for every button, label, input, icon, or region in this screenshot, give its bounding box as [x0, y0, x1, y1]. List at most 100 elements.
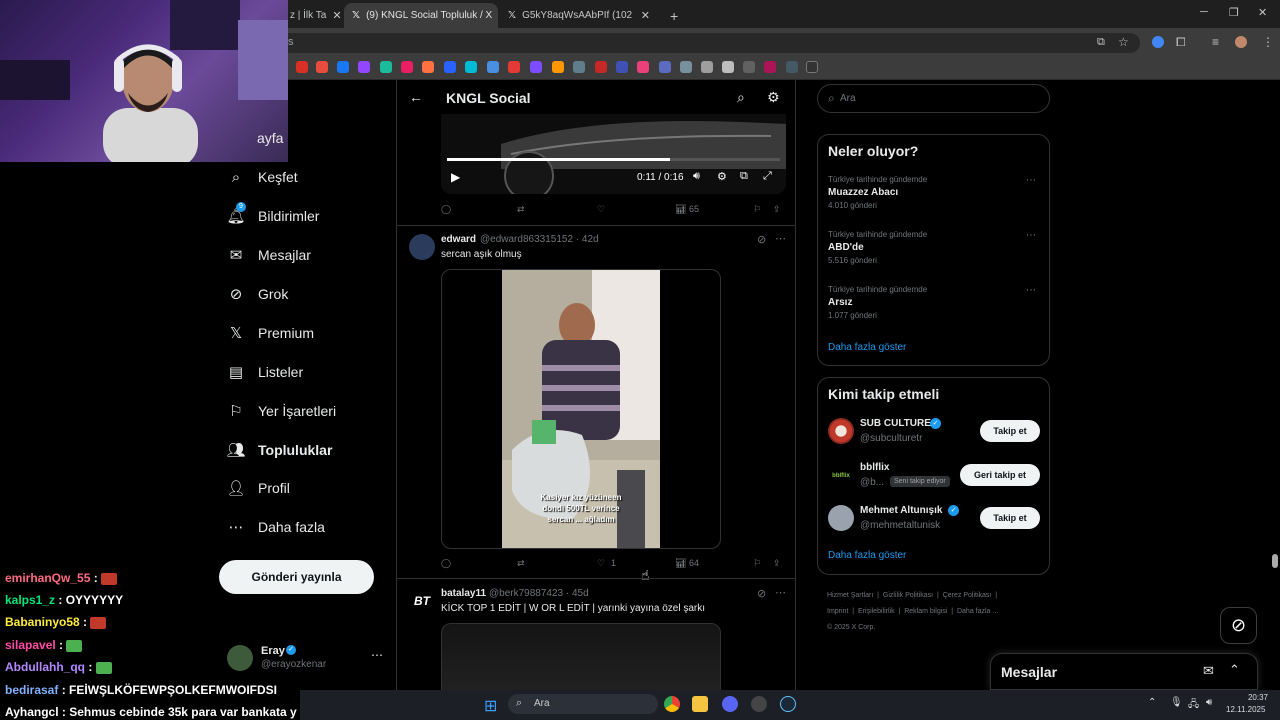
avatar[interactable] — [828, 418, 854, 444]
back-arrow-icon[interactable]: ← — [409, 89, 423, 105]
post-media[interactable] — [441, 623, 721, 690]
nav-bookmarks[interactable]: ⚐ Yer İşaretleri — [228, 403, 336, 420]
tab-active[interactable]: 𝕏 (9) KNGL Social Topluluk / X 🔊 ✕ — [344, 3, 498, 28]
app-icon[interactable] — [751, 696, 767, 712]
reply-icon[interactable]: ◯ — [441, 558, 451, 569]
bookmark-icon[interactable] — [508, 61, 520, 73]
volume-icon[interactable]: 🔊︎ — [1206, 697, 1212, 708]
nav-notifications[interactable]: 🔔︎ 9 Bildirimler — [226, 202, 319, 225]
bookmark-icon[interactable] — [637, 61, 649, 73]
bookmark-icon[interactable] — [659, 61, 671, 73]
grok-icon[interactable]: ⊘ — [757, 233, 766, 246]
footer-link[interactable]: Çerez Politikası — [943, 592, 992, 599]
close-tab-icon[interactable]: ✕ — [332, 9, 341, 22]
bookmark-icon[interactable] — [296, 61, 308, 73]
bookmark-icon[interactable] — [552, 61, 564, 73]
clock-time[interactable]: 20:37 — [1240, 693, 1268, 702]
play-icon[interactable]: ▶ — [451, 170, 460, 184]
follow-button[interactable]: Takip et — [980, 507, 1040, 529]
bookmark-icon[interactable] — [701, 61, 713, 73]
chrome-icon[interactable] — [664, 696, 680, 712]
bookmark-icon[interactable] — [530, 61, 542, 73]
reply-icon[interactable]: ◯ — [441, 204, 451, 215]
follow-button[interactable]: Takip et — [980, 420, 1040, 442]
maximize-icon[interactable]: ❐ — [1229, 6, 1239, 19]
bookmark-icon[interactable] — [401, 61, 413, 73]
bookmark-icon[interactable] — [444, 61, 456, 73]
more-icon[interactable]: ⋯ — [775, 232, 786, 245]
discord-icon[interactable] — [722, 696, 738, 712]
bookmark-icon[interactable]: ⚐ — [753, 558, 761, 569]
post-media[interactable]: Kasiyer kız yüzüneen dondi 500TL verince… — [441, 269, 721, 549]
bookmark-icon[interactable] — [680, 61, 692, 73]
bookmark-icon[interactable] — [595, 61, 607, 73]
folder-icon[interactable] — [692, 696, 708, 712]
post-button[interactable]: Gönderi yayınla — [219, 560, 374, 594]
nav-home[interactable]: ayfa — [257, 130, 283, 146]
more-icon[interactable]: ⋯ — [775, 586, 786, 599]
video-player[interactable]: ▶ 0:11 / 0:16 🔊︎ ⚙ ⧉ ⤢ — [441, 114, 786, 194]
account-switcher[interactable]: Eray ✓ @erayozkenar ⋯ — [227, 644, 387, 674]
scrollbar-thumb[interactable] — [1272, 554, 1278, 568]
search-icon[interactable]: ⌕ — [737, 89, 745, 106]
extension-icon[interactable] — [1152, 36, 1164, 48]
trend-item[interactable]: Türkiye tarihinde gündemde Arsız 1.077 g… — [828, 285, 1038, 320]
close-tab-icon[interactable]: ✕ — [641, 9, 650, 22]
bookmark-icon[interactable] — [573, 61, 585, 73]
fullscreen-icon[interactable]: ⤢ — [763, 170, 772, 183]
steam-icon[interactable] — [780, 696, 796, 712]
nav-grok[interactable]: ⊘ Grok — [228, 286, 289, 303]
more-icon[interactable]: ⋯ — [371, 648, 383, 662]
footer-link[interactable]: Daha fazla ... — [957, 608, 998, 615]
footer-link[interactable]: Gizlilik Politikası — [883, 592, 933, 599]
user-name[interactable]: SUB CULTURE — [860, 418, 931, 429]
nav-communities[interactable]: 👥︎ Topluluklar — [226, 442, 332, 459]
bookmark-star-icon[interactable]: ☆ — [1118, 35, 1129, 49]
user-name[interactable]: Mehmet Altunışık — [860, 505, 942, 516]
reading-list-icon[interactable]: ≡ — [1212, 35, 1219, 49]
bookmark-icon[interactable] — [422, 61, 434, 73]
bookmark-icon[interactable] — [806, 61, 818, 73]
show-more-link[interactable]: Daha fazla göster — [828, 550, 906, 561]
footer-link[interactable]: Reklam bilgisi — [904, 608, 947, 615]
close-window-icon[interactable]: ✕ — [1258, 6, 1267, 19]
tab-3[interactable]: 𝕏 G5kY8aqWsAAbPIf (1024×1536) ✕ — [500, 3, 658, 28]
more-icon[interactable]: ⋯ — [1026, 285, 1036, 296]
avatar[interactable]: BT — [409, 588, 435, 614]
bookmark-icon[interactable] — [743, 61, 755, 73]
trend-item[interactable]: Türkiye tarihinde gündemde Muazzez Abacı… — [828, 175, 1038, 210]
scrollbar[interactable] — [1272, 84, 1278, 684]
grok-floating-button[interactable]: ⊘ — [1220, 607, 1257, 644]
share-icon[interactable]: ⇪ — [773, 558, 781, 569]
bookmark-icon[interactable] — [337, 61, 349, 73]
show-more-link[interactable]: Daha fazla göster — [828, 342, 906, 353]
views-icon[interactable]: 📊︎ — [675, 204, 686, 215]
profile-avatar[interactable] — [1235, 36, 1247, 48]
install-icon[interactable]: ⧉ — [1097, 36, 1105, 49]
avatar[interactable]: bblflix — [828, 463, 854, 489]
bookmark-icon[interactable] — [786, 61, 798, 73]
nav-messages[interactable]: ✉ Mesajlar — [228, 247, 311, 264]
minimize-icon[interactable]: ─ — [1200, 6, 1208, 18]
trend-item[interactable]: Türkiye tarihinde gündemde ABD'de 5.516 … — [828, 230, 1038, 265]
footer-link[interactable]: Imprint — [827, 608, 848, 615]
bookmark-icon[interactable] — [380, 61, 392, 73]
bookmark-icon[interactable] — [487, 61, 499, 73]
video-progress-track[interactable] — [447, 158, 780, 161]
follow-back-button[interactable]: Geri takip et — [960, 464, 1040, 486]
microphone-icon[interactable]: 🎙︎ — [1170, 697, 1183, 708]
address-bar[interactable]: s — [280, 33, 1140, 53]
nav-lists[interactable]: ▤ Listeler — [228, 364, 303, 381]
nav-premium[interactable]: 𝕏 Premium — [228, 325, 314, 342]
post-author[interactable]: batalay11 — [441, 588, 486, 599]
nav-profile[interactable]: 👤︎ Profil — [226, 480, 289, 497]
like-icon[interactable]: ♡ — [597, 558, 605, 569]
footer-link[interactable]: Erişilebilirlik — [858, 608, 895, 615]
clock-date[interactable]: 12.11.2025 — [1226, 705, 1265, 714]
new-message-icon[interactable]: ✉ — [1203, 663, 1214, 679]
settings-icon[interactable]: ⚙ — [717, 170, 727, 183]
windows-start-icon[interactable]: ⊞ — [484, 696, 497, 716]
menu-icon[interactable]: ⋮ — [1262, 35, 1274, 49]
pip-icon[interactable]: ⧉ — [740, 170, 748, 183]
post-author[interactable]: edward — [441, 234, 476, 245]
